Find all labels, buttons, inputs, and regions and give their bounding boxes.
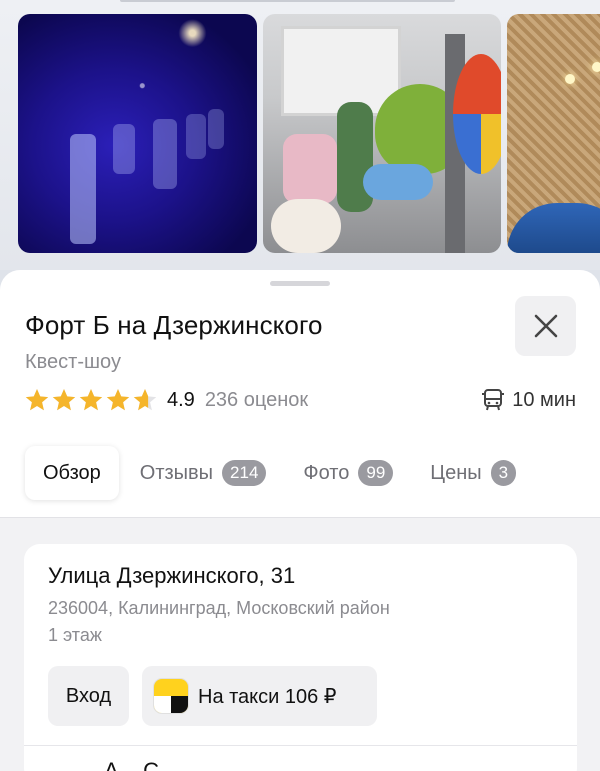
divider — [24, 745, 577, 746]
rating-row[interactable]: 4.9 236 оценок — [24, 385, 308, 415]
close-button[interactable] — [515, 296, 576, 356]
taxi-button[interactable]: На такси 106 ₽ — [142, 666, 377, 726]
next-list-item-partial[interactable]: А... С... — [104, 758, 177, 771]
tab-reviews[interactable]: Отзывы 214 — [140, 446, 267, 500]
photo-figure — [208, 109, 224, 149]
address-card: Улица Дзержинского, 31 236004, Калинингр… — [24, 544, 577, 771]
tab-bar: Обзор Отзывы 214 Фото 99 Цены 3 — [25, 446, 517, 500]
photo-detail — [363, 164, 433, 200]
star-icon — [52, 389, 76, 411]
place-title: Форт Б на Дзержинского — [25, 310, 323, 340]
photo-kids-show[interactable] — [263, 14, 501, 253]
tab-photos[interactable]: Фото 99 — [303, 446, 394, 500]
yandex-taxi-icon — [154, 679, 188, 713]
reviews-count-badge: 214 — [222, 460, 267, 486]
star-icon — [79, 389, 103, 411]
star-icon — [25, 389, 49, 411]
place-header: Форт Б на Дзержинского Квест-шоу 4.9 236… — [0, 270, 600, 518]
tab-prices[interactable]: Цены 3 — [430, 446, 517, 500]
tab-overview[interactable]: Обзор — [25, 446, 119, 500]
star-icon — [106, 389, 130, 411]
photo-detail — [453, 54, 501, 174]
place-category: Квест-шоу — [25, 351, 121, 373]
city-district: 236004, Калининград, Московский район — [48, 598, 390, 618]
photo-figure — [70, 134, 96, 244]
tab-label: Обзор — [43, 461, 101, 484]
drag-handle[interactable] — [270, 281, 330, 286]
photo-fort-interior[interactable] — [507, 14, 600, 253]
photo-detail — [337, 102, 373, 212]
photo-figure — [113, 124, 135, 174]
tab-label: Фото — [303, 461, 350, 484]
photo-detail — [565, 74, 575, 84]
place-card-sheet: Форт Б на Дзержинского Квест-шоу 4.9 236… — [0, 270, 600, 771]
entrance-button[interactable]: Вход — [48, 666, 129, 726]
close-icon — [534, 314, 557, 338]
taxi-label: На такси 106 ₽ — [198, 685, 337, 708]
prices-count-badge: 3 — [490, 460, 517, 486]
photo-detail — [283, 134, 337, 204]
tab-label: Отзывы — [139, 461, 214, 484]
top-edge — [120, 0, 455, 2]
rating-value: 4.9 — [167, 388, 195, 411]
bus-icon — [482, 389, 505, 411]
rating-stars — [24, 387, 159, 413]
transit-time[interactable]: 10 мин — [480, 385, 576, 415]
photo-gallery[interactable] — [0, 0, 600, 270]
transit-time-label: 10 мин — [512, 388, 576, 411]
street-address[interactable]: Улица Дзержинского, 31 — [48, 563, 295, 589]
photo-figure — [186, 114, 206, 159]
tab-label: Цены — [430, 461, 482, 484]
ratings-count: 236 оценок — [204, 388, 309, 411]
photo-party-purple-lights[interactable] — [18, 14, 257, 253]
photo-figure — [153, 119, 177, 189]
floor-info: 1 этаж — [48, 625, 102, 645]
photos-count-badge: 99 — [358, 460, 394, 486]
star-icon — [133, 389, 157, 411]
photo-detail — [507, 203, 600, 253]
photo-detail — [592, 62, 600, 72]
photo-detail — [271, 199, 341, 253]
entrance-label: Вход — [65, 684, 112, 707]
